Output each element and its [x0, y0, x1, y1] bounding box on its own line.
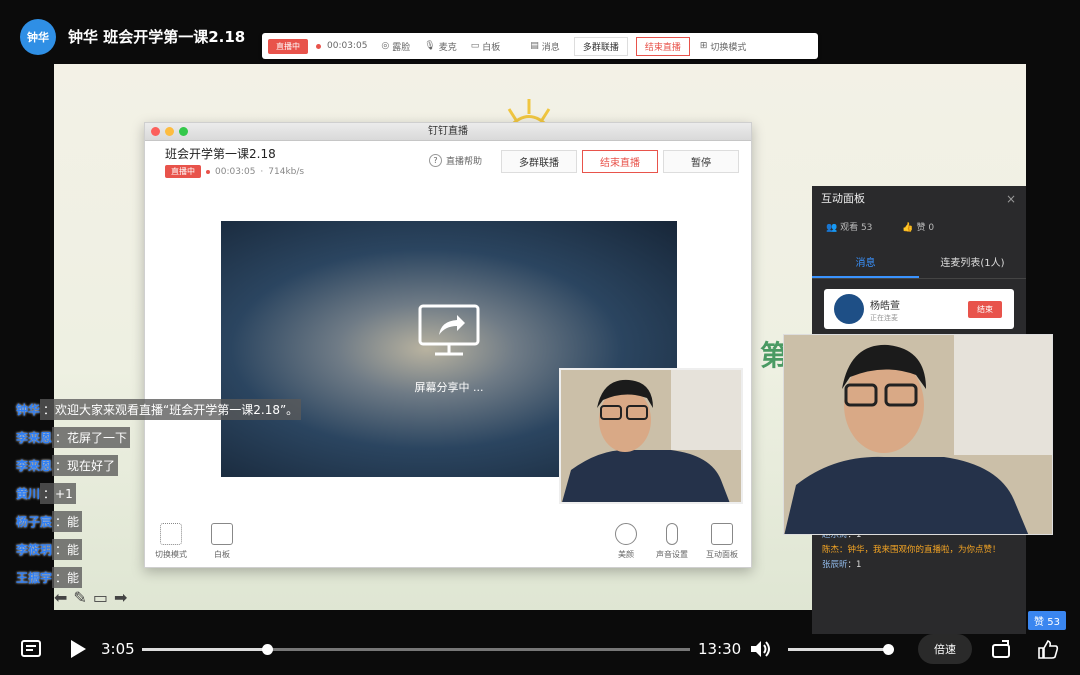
viewers-icon: 👥 — [826, 223, 838, 233]
camera-icon: ◎ — [381, 41, 390, 51]
recording-dot-icon — [206, 169, 210, 174]
eraser-icon[interactable]: ▭ — [93, 588, 108, 607]
end-mic-button[interactable]: 结束 — [968, 301, 1002, 318]
live-replay-player: 钟华 钟华 班会开学第一课2.18 第 直播中 00:03:05 ◎ 露脸 🎙 麦克… — [0, 0, 1080, 675]
chat-message: 钟华 ：欢迎大家来观看直播“班会开学第一课2.18”。 — [16, 398, 302, 420]
volume-handle[interactable] — [883, 644, 894, 655]
live-status: 直播中 00:03:05 · 714kb/s — [165, 165, 304, 178]
sound-settings-tool[interactable]: 声音设置 — [656, 523, 688, 560]
chat-message: 杨子宸 ：能 — [16, 510, 301, 532]
host-avatar: 钟华 — [20, 19, 56, 55]
help-icon: ? — [429, 154, 442, 167]
panel-title: 互动面板 — [821, 192, 865, 205]
mic-user-camera — [783, 334, 1053, 535]
chat-message: 黄川 ：+1 — [16, 482, 301, 504]
close-icon[interactable]: × — [1006, 186, 1016, 212]
person-video-frame — [561, 370, 741, 502]
beauty-tool[interactable]: 美颜 — [615, 523, 637, 560]
host-camera-preview — [559, 368, 743, 504]
end-live-button[interactable]: 结束直播 — [635, 36, 690, 56]
viewer-count: 👥 观看 53 — [826, 223, 873, 233]
grid-icon: ⊞ — [699, 41, 708, 51]
progress-handle[interactable] — [261, 644, 273, 655]
mic-icon: 🎙 — [424, 41, 436, 51]
play-icon[interactable] — [66, 638, 90, 660]
arrow-left-icon[interactable]: ⬅ — [54, 588, 67, 607]
minimize-window-icon[interactable] — [165, 127, 174, 136]
live-badge: 直播中 — [165, 165, 201, 178]
pause-button[interactable]: 暂停 — [663, 150, 739, 173]
multi-group-button[interactable]: 多群联播 — [573, 36, 628, 56]
pen-icon[interactable]: ✎ — [73, 588, 86, 607]
mic-user-status: 正在连麦 — [870, 314, 898, 322]
tab-mic-list[interactable]: 连麦列表(1人) — [919, 247, 1026, 278]
live-title: 班会开学第一课2.18 — [165, 147, 276, 161]
close-window-icon[interactable] — [151, 127, 160, 136]
toolbar-whiteboard[interactable]: ▭ 白板 — [471, 40, 501, 53]
page-title: 钟华 班会开学第一课2.18 — [68, 28, 246, 46]
toolbar-messages[interactable]: ▤ 消息 — [530, 40, 560, 53]
live-timer: 00:03:05 — [215, 166, 256, 177]
playback-speed-button[interactable]: 倍速 — [918, 634, 972, 664]
mic-icon — [666, 523, 678, 545]
danmaku-toggle-icon[interactable] — [20, 638, 44, 660]
toolbar-mic[interactable]: 🎙 麦克 — [424, 40, 456, 53]
person-video-frame — [784, 335, 1052, 534]
bitrate: 714kb/s — [268, 166, 305, 177]
mic-user-card: 杨皓萱 正在连麦 结束 — [824, 289, 1014, 329]
chat-message: 李筱玥 ：能 — [16, 538, 301, 560]
like-count-badge: 赞 53 — [1028, 611, 1066, 630]
live-badge: 直播中 — [268, 38, 308, 54]
separator: · — [260, 166, 264, 177]
recording-dot-icon — [316, 43, 321, 49]
screen-share-icon — [418, 304, 480, 356]
mic-user-name: 杨皓萱 — [870, 301, 900, 312]
like-count: 👍 赞 0 — [902, 223, 935, 233]
progress-bar[interactable] — [142, 644, 690, 655]
message-icon: ▤ — [530, 41, 539, 51]
avatar — [834, 294, 864, 324]
rotate-icon[interactable] — [990, 638, 1014, 660]
smile-icon — [615, 523, 637, 545]
progress-fill — [142, 648, 267, 651]
window-title: 钉钉直播 — [428, 126, 468, 137]
tab-messages[interactable]: 消息 — [812, 247, 919, 278]
chat-message: 李来恩 ：现在好了 — [16, 454, 301, 476]
whiteboard-icon: ▭ — [470, 41, 480, 51]
drawing-toolbar: ⬅ ✎ ▭ ➡ — [54, 588, 127, 607]
multi-group-button[interactable]: 多群联播 — [501, 150, 577, 173]
list-item: 张辰昕：1 — [822, 560, 862, 570]
interaction-panel-tool[interactable]: 互动面板 — [706, 523, 738, 560]
volume-slider[interactable] — [788, 644, 894, 655]
total-time: 13:30 — [698, 640, 742, 658]
panel-header: 互动面板 × — [812, 186, 1026, 212]
panel-tabs: 消息 连麦列表(1人) — [812, 247, 1026, 279]
live-timer: 00:03:05 — [327, 41, 368, 51]
live-help-link[interactable]: ? 直播帮助 — [429, 154, 482, 167]
switch-mode-button[interactable]: ⊞ 切换模式 — [700, 40, 747, 53]
end-live-button[interactable]: 结束直播 — [582, 150, 658, 173]
player-controls: 3:05 13:30 倍速 — [0, 630, 1080, 675]
panel-stats: 👥 观看 53 👍 赞 0 — [812, 212, 1026, 241]
chat-message: 王振宇 ：能 — [16, 566, 301, 588]
list-item: 陈杰：钟华，我来围观你的直播啦，为你点赞！ — [822, 545, 1001, 555]
volume-icon[interactable] — [748, 638, 772, 660]
window-controls — [151, 127, 188, 136]
thumbs-up-icon: 👍 — [902, 223, 914, 233]
toolbar-camera[interactable]: ◎ 露脸 — [381, 40, 410, 53]
maximize-window-icon[interactable] — [179, 127, 188, 136]
thumbs-up-icon[interactable] — [1036, 638, 1060, 660]
chat-bubble-icon — [711, 523, 733, 545]
chat-message: 李来恩 ：花屏了一下 — [16, 426, 301, 448]
window-titlebar: 钉钉直播 — [145, 123, 751, 141]
live-toolbar: 直播中 00:03:05 ◎ 露脸 🎙 麦克 ▭ 白板 ▤ 消息 多群联播 结束直播 ⊞… — [262, 33, 818, 59]
arrow-right-icon[interactable]: ➡ — [114, 588, 127, 607]
current-time: 3:05 — [101, 640, 135, 658]
chat-overlay: 钟华 ：欢迎大家来观看直播“班会开学第一课2.18”。 李来恩 ：花屏了一下 李来恩… — [16, 398, 302, 594]
